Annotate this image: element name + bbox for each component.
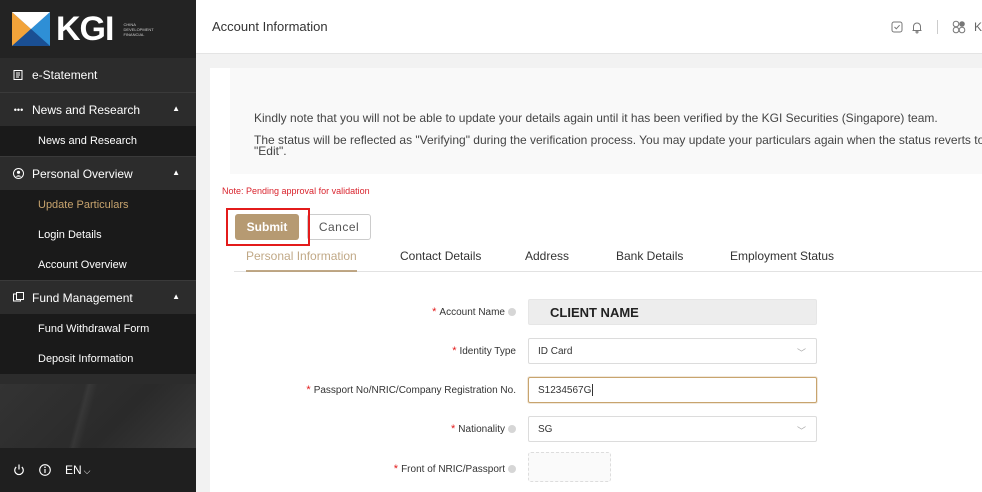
- sidebar-item-label: e-Statement: [32, 68, 98, 82]
- logo-subtitle: CHINA DEVELOPMENT FINANCIAL: [123, 21, 154, 37]
- identity-type-select[interactable]: ID Card ﹀: [528, 338, 817, 364]
- sidebar-group-fund-management[interactable]: Fund Management ▲: [0, 280, 196, 314]
- tab-employment-status[interactable]: Employment Status: [730, 248, 834, 272]
- sidebar-item-login-details[interactable]: Login Details: [0, 220, 196, 250]
- tab-bar: Personal Information Contact Details Add…: [234, 248, 982, 272]
- fund-icon: [13, 292, 24, 302]
- text-cursor: [592, 384, 594, 396]
- sidebar-group-label: Fund Management: [32, 290, 133, 305]
- logo-text: KGI: [56, 10, 114, 48]
- cancel-button[interactable]: Cancel: [307, 214, 371, 240]
- kgi-logo-icon: [12, 12, 50, 46]
- sidebar-item-update-particulars[interactable]: Update Particulars: [0, 190, 196, 220]
- chevron-up-icon: ▲: [172, 168, 180, 177]
- user-initial[interactable]: K: [974, 20, 982, 34]
- power-icon[interactable]: [13, 464, 25, 476]
- tab-bank-details[interactable]: Bank Details: [616, 248, 683, 272]
- header-divider: [936, 20, 938, 34]
- required-asterisk: *: [451, 423, 456, 435]
- sidebar-group-label: News and Research: [32, 102, 141, 117]
- sidebar-group-label: Personal Overview: [32, 166, 133, 181]
- front-nric-label: * Front of NRIC/Passport: [394, 463, 516, 475]
- identity-type-label: * Identity Type: [452, 345, 516, 357]
- chevron-down-icon: ⌵: [83, 466, 91, 476]
- nationality-select[interactable]: SG ﹀: [528, 416, 817, 442]
- sidebar-item-account-overview[interactable]: Account Overview: [0, 250, 196, 280]
- sidebar-item-news-and-research[interactable]: News and Research: [0, 126, 196, 156]
- top-header: Account Information K: [196, 0, 982, 54]
- form-row-front-nric: * Front of NRIC/Passport: [210, 452, 982, 482]
- chevron-up-icon: ▲: [172, 104, 180, 113]
- sidebar-group-news[interactable]: ••• News and Research ▲: [0, 92, 196, 126]
- form-row-account-name: * Account Name CLIENT NAME: [210, 299, 982, 325]
- sidebar-item-fund-withdrawal-form[interactable]: Fund Withdrawal Form: [0, 314, 196, 344]
- form-row-nationality: * Nationality SG ﹀: [210, 416, 982, 442]
- tab-personal-information[interactable]: Personal Information: [246, 248, 357, 272]
- chevron-up-icon: ▲: [172, 292, 180, 301]
- passport-no-input[interactable]: S1234567G: [528, 377, 817, 403]
- notice-line-1: Kindly note that you will not be able to…: [254, 111, 938, 125]
- chevron-down-icon: ﹀: [796, 426, 806, 436]
- checkbox-icon[interactable]: [891, 21, 903, 33]
- tab-contact-details[interactable]: Contact Details: [400, 248, 481, 272]
- sidebar-background: [0, 384, 196, 448]
- sidebar: KGI CHINA DEVELOPMENT FINANCIAL e-Statem…: [0, 0, 196, 492]
- logo-bar: KGI CHINA DEVELOPMENT FINANCIAL: [0, 0, 196, 58]
- info-dot-icon[interactable]: [508, 308, 516, 316]
- account-name-field: CLIENT NAME: [528, 299, 817, 325]
- front-nric-upload[interactable]: [528, 452, 611, 482]
- info-dot-icon[interactable]: [508, 465, 516, 473]
- sidebar-footer: EN ⌵: [0, 448, 196, 492]
- dots-icon: •••: [13, 104, 24, 115]
- pending-note: Note: Pending approval for validation: [222, 186, 370, 196]
- account-name-label: * Account Name: [432, 306, 516, 318]
- verification-notice: Kindly note that you will not be able to…: [230, 68, 982, 174]
- highlight-annotation: [226, 208, 310, 246]
- nationality-label: * Nationality: [451, 423, 516, 435]
- sidebar-item-e-statement[interactable]: e-Statement: [0, 58, 196, 92]
- bell-icon[interactable]: [911, 21, 923, 34]
- language-selector[interactable]: EN ⌵: [65, 463, 91, 477]
- page-title: Account Information: [212, 19, 328, 34]
- person-circle-icon: [13, 168, 24, 179]
- notice-line-2: The status will be reflected as "Verifyi…: [254, 133, 982, 147]
- required-asterisk: *: [452, 345, 457, 357]
- content-card: Kindly note that you will not be able to…: [210, 68, 982, 492]
- form-row-passport-no: * Passport No/NRIC/Company Registration …: [210, 377, 982, 403]
- user-circles-icon[interactable]: [952, 20, 966, 34]
- chevron-down-icon: ﹀: [796, 348, 806, 358]
- info-dot-icon[interactable]: [508, 425, 516, 433]
- required-asterisk: *: [393, 463, 399, 475]
- form-row-identity-type: * Identity Type ID Card ﹀: [210, 338, 982, 364]
- tab-address[interactable]: Address: [525, 248, 569, 272]
- document-icon: [13, 70, 23, 80]
- required-asterisk: *: [432, 306, 437, 318]
- sidebar-item-deposit-information[interactable]: Deposit Information: [0, 344, 196, 374]
- sidebar-group-personal-overview[interactable]: Personal Overview ▲: [0, 156, 196, 190]
- required-asterisk: *: [306, 384, 311, 396]
- info-icon[interactable]: [39, 464, 51, 476]
- notice-line-3: "Edit".: [254, 144, 287, 158]
- header-icons: K: [891, 0, 982, 54]
- passport-no-label: * Passport No/NRIC/Company Registration …: [306, 384, 516, 396]
